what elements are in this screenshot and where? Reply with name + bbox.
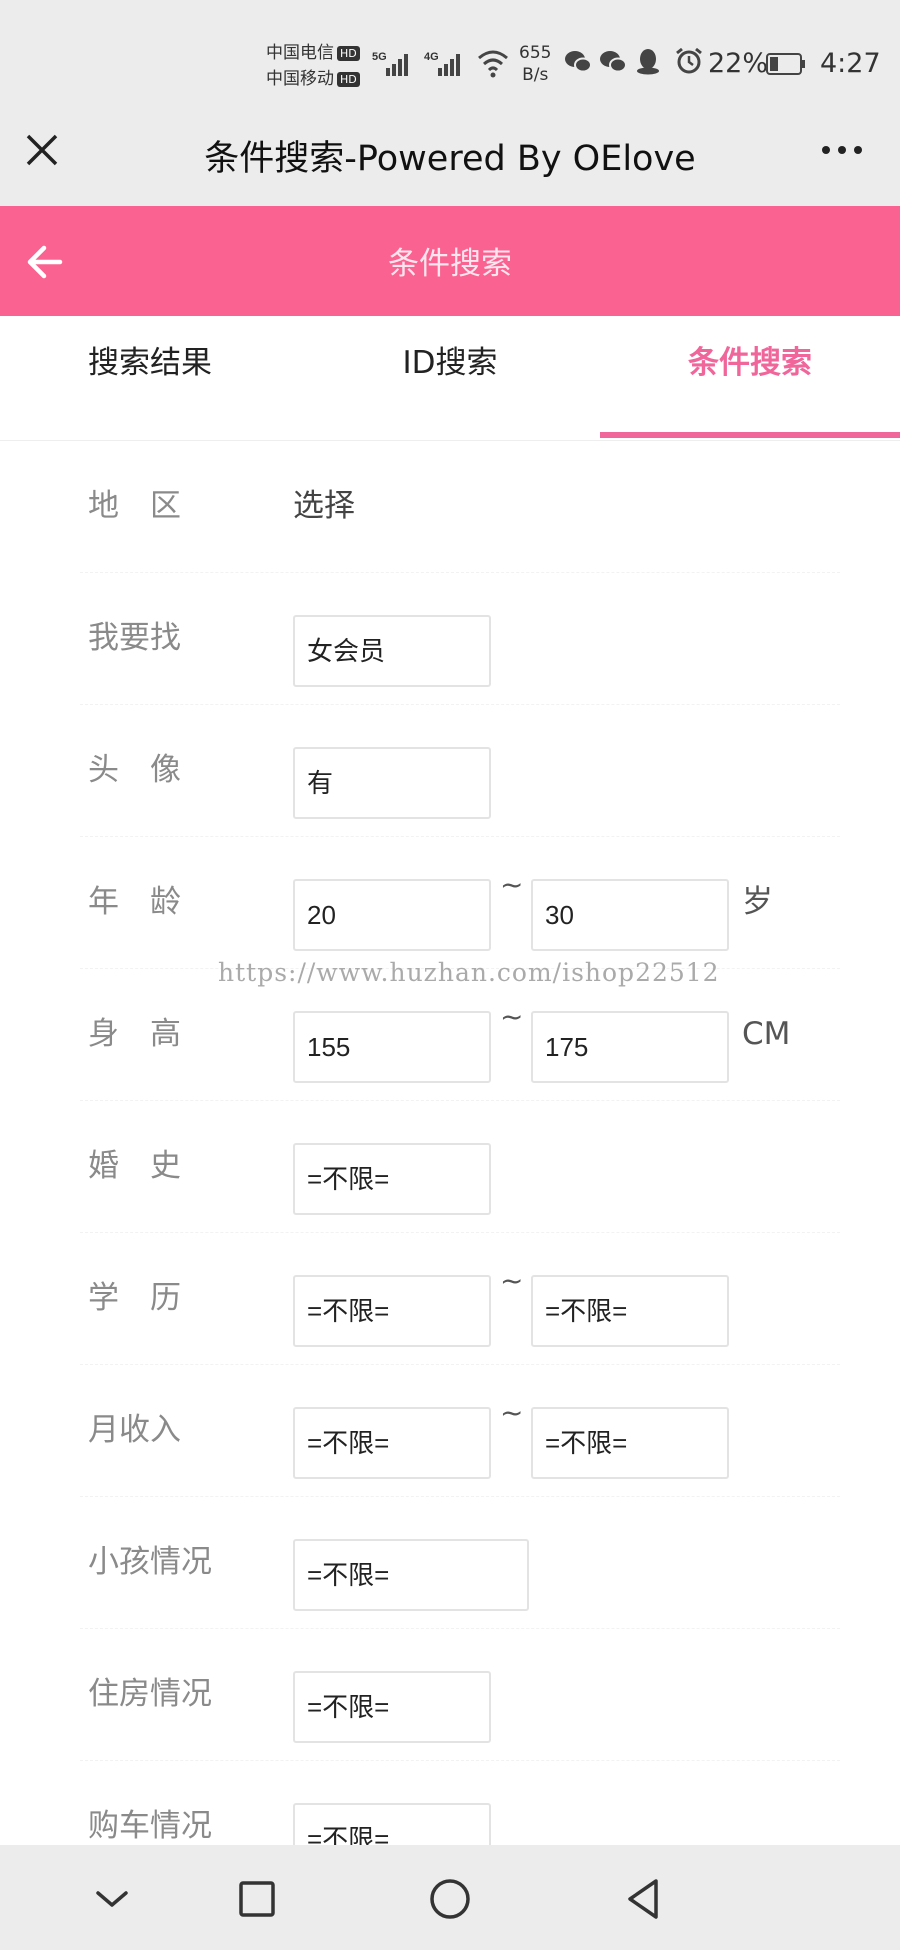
system-nav-bar bbox=[0, 1845, 900, 1950]
browser-title-bar: 条件搜索-Powered By OElove bbox=[0, 100, 900, 206]
row-region: 地 区 选择 bbox=[80, 440, 840, 573]
page-title: 条件搜索-Powered By OElove bbox=[204, 139, 696, 179]
row-seeking: 我要找 女会员 bbox=[80, 572, 840, 705]
height-unit: CM bbox=[742, 1016, 791, 1052]
age-max-select[interactable]: 30 bbox=[531, 879, 729, 951]
signal-5g-icon: 5G bbox=[372, 46, 420, 80]
tab-condition-search[interactable]: 条件搜索 bbox=[600, 318, 900, 440]
range-separator: ~ bbox=[500, 868, 524, 901]
row-age: 年 龄 20 ~ 30 岁 bbox=[80, 836, 840, 969]
row-marriage: 婚 史 =不限= bbox=[80, 1100, 840, 1233]
alarm-icon bbox=[674, 46, 704, 80]
carrier-2: 中国移动 bbox=[266, 69, 334, 89]
income-max-select[interactable]: =不限= bbox=[531, 1407, 729, 1479]
speed-unit: B/s bbox=[522, 65, 549, 85]
wechat-icon bbox=[598, 46, 628, 80]
age-label: 年 龄 bbox=[88, 884, 181, 920]
hd-badge: HD bbox=[337, 45, 360, 61]
range-separator: ~ bbox=[500, 1000, 524, 1033]
carrier-info: 中国电信 HD 中国移动 HD bbox=[266, 40, 360, 92]
speed-value: 655 bbox=[519, 43, 552, 63]
battery-icon bbox=[766, 53, 806, 75]
row-children: 小孩情况 =不限= bbox=[80, 1496, 840, 1629]
wechat-icon bbox=[563, 46, 593, 80]
region-select[interactable]: 选择 bbox=[293, 440, 355, 572]
row-education: 学 历 =不限= ~ =不限= bbox=[80, 1232, 840, 1365]
height-max-select[interactable]: 175 bbox=[531, 1011, 729, 1083]
tab-search-results[interactable]: 搜索结果 bbox=[0, 318, 300, 440]
seeking-select[interactable]: 女会员 bbox=[293, 615, 491, 687]
watermark: https://www.huzhan.com/ishop22512 bbox=[218, 958, 720, 987]
children-label: 小孩情况 bbox=[88, 1544, 212, 1580]
chevron-down-icon[interactable] bbox=[84, 1871, 140, 1927]
marriage-label: 婚 史 bbox=[88, 1148, 181, 1184]
row-height: 身 高 155 ~ 175 CM bbox=[80, 968, 840, 1101]
income-min-select[interactable]: =不限= bbox=[293, 1407, 491, 1479]
tab-id-search[interactable]: ID搜索 bbox=[300, 318, 600, 440]
housing-select[interactable]: =不限= bbox=[293, 1671, 491, 1743]
clock: 4:27 bbox=[820, 48, 881, 79]
range-separator: ~ bbox=[500, 1264, 524, 1297]
status-bar: 中国电信 HD 中国移动 HD 5G 4G 655 B/s 22% 4:27 bbox=[0, 0, 900, 100]
network-speed: 655 B/s bbox=[519, 42, 551, 86]
range-separator: ~ bbox=[500, 1396, 524, 1429]
education-min-select[interactable]: =不限= bbox=[293, 1275, 491, 1347]
education-max-select[interactable]: =不限= bbox=[531, 1275, 729, 1347]
hd-badge: HD bbox=[337, 71, 360, 87]
age-min-select[interactable]: 20 bbox=[293, 879, 491, 951]
carrier-1: 中国电信 bbox=[266, 43, 334, 63]
more-options-icon[interactable] bbox=[816, 128, 868, 172]
recent-apps-icon[interactable] bbox=[229, 1871, 285, 1927]
search-tabs: 搜索结果 ID搜索 条件搜索 bbox=[0, 318, 900, 441]
height-label: 身 高 bbox=[88, 1016, 181, 1052]
age-unit: 岁 bbox=[742, 884, 773, 920]
row-housing: 住房情况 =不限= bbox=[80, 1628, 840, 1761]
wifi-icon bbox=[476, 46, 510, 80]
seeking-label: 我要找 bbox=[88, 620, 181, 656]
avatar-label: 头 像 bbox=[88, 752, 181, 788]
signal-4g-icon: 4G bbox=[424, 46, 472, 80]
education-label: 学 历 bbox=[88, 1280, 181, 1316]
header-title: 条件搜索 bbox=[388, 246, 512, 282]
row-income: 月收入 =不限= ~ =不限= bbox=[80, 1364, 840, 1497]
battery-level: 22% bbox=[708, 48, 769, 79]
children-select[interactable]: =不限= bbox=[293, 1539, 529, 1611]
home-icon[interactable] bbox=[422, 1871, 478, 1927]
svg-text:5G: 5G bbox=[372, 51, 387, 63]
search-form: 地 区 选择 我要找 女会员 头 像 有 年 龄 20 ~ 30 岁 身 高 1… bbox=[0, 440, 900, 1893]
svg-text:4G: 4G bbox=[424, 51, 439, 63]
back-icon[interactable] bbox=[616, 1871, 672, 1927]
avatar-select[interactable]: 有 bbox=[293, 747, 491, 819]
row-avatar: 头 像 有 bbox=[80, 704, 840, 837]
active-tab-indicator bbox=[600, 432, 900, 438]
marriage-select[interactable]: =不限= bbox=[293, 1143, 491, 1215]
income-label: 月收入 bbox=[88, 1412, 181, 1448]
housing-label: 住房情况 bbox=[88, 1676, 212, 1712]
qq-icon bbox=[633, 46, 663, 80]
height-min-select[interactable]: 155 bbox=[293, 1011, 491, 1083]
region-label: 地 区 bbox=[88, 488, 181, 524]
app-header: 条件搜索 bbox=[0, 206, 900, 316]
